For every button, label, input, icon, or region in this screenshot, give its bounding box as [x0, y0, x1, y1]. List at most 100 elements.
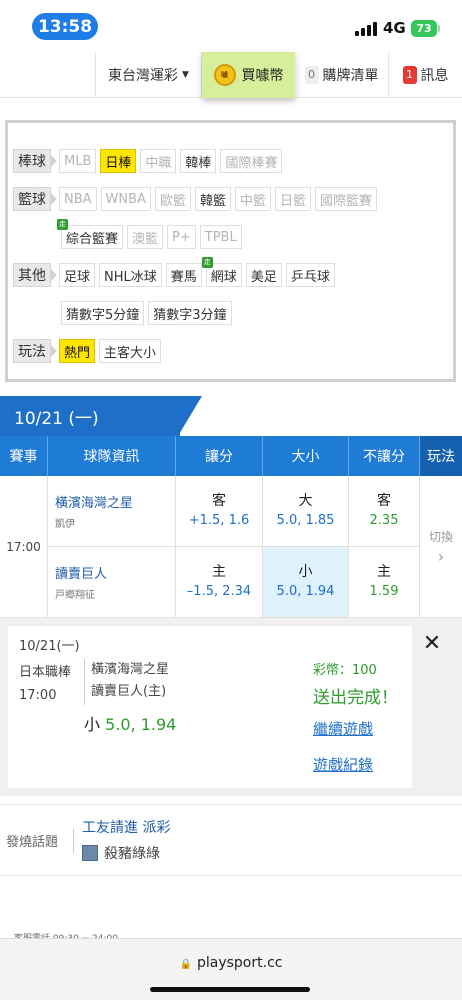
chip-guess-3min[interactable]: 猜數字3分鐘	[148, 301, 232, 325]
confirm-pick-odds: 5.0, 1.94	[105, 715, 177, 734]
confirm-coins: 彩幣：100	[313, 663, 377, 678]
buy-coins-button[interactable]: 噱 買噱幣	[202, 52, 295, 98]
play-row: 玩法 熱門 主客大小	[13, 339, 165, 363]
url-display: 🔒 playsport.cc	[0, 955, 462, 971]
chip-nbl[interactable]: 澳籃	[127, 225, 164, 249]
away-team-name[interactable]: 橫濱海灣之星	[55, 492, 175, 511]
network-type: 4G	[383, 19, 406, 37]
away-pitcher: 凱伊	[55, 519, 75, 530]
chip-guess-5min[interactable]: 猜數字5分鐘	[61, 301, 145, 325]
hot-topics: 發燒話題 工友請進 派彩 殺豬綠綠	[0, 804, 462, 876]
odd-value: 5.0, 1.94	[276, 584, 335, 599]
home-moneyline-odds[interactable]: 主 1.59	[349, 547, 420, 618]
chip-wnba[interactable]: WNBA	[100, 187, 151, 211]
chip-horse-racing[interactable]: 賽馬	[165, 263, 202, 287]
avatar	[82, 845, 98, 861]
chip-home-away-total[interactable]: 主客大小	[99, 339, 162, 363]
chip-tpbl[interactable]: TPBL	[199, 225, 242, 249]
chip-nba[interactable]: NBA	[59, 187, 97, 211]
basketball-label: 籃球	[13, 187, 57, 211]
header-event: 賽事	[0, 436, 48, 476]
basketball-row-2: 走 綜合籃賽 澳籃 P+ TPBL	[57, 219, 246, 249]
chip-table-tennis[interactable]: 乒乓球	[285, 263, 335, 287]
odd-side: 主	[212, 564, 226, 580]
baseball-row: 棒球 MLB 日棒 中職 韓棒 國際棒賽	[13, 149, 286, 173]
battery-icon: 73	[411, 20, 437, 37]
topic-author[interactable]: 殺豬綠綠	[82, 843, 160, 863]
header-handicap: 讓分	[176, 436, 263, 476]
home-team-cell: 讀賣巨人 戸郷翔征	[48, 547, 176, 618]
game-records-link[interactable]: 遊戲紀錄	[313, 754, 373, 775]
chip-euro-basketball[interactable]: 歐籃	[154, 187, 191, 211]
chip-mixed-basketball[interactable]: 走 綜合籃賽	[57, 219, 124, 249]
chip-nhl[interactable]: NHL冰球	[99, 263, 162, 287]
chip-hot[interactable]: 熱門	[59, 339, 96, 363]
away-handicap-odds[interactable]: 客 +1.5, 1.6	[176, 476, 263, 547]
cart-count-badge: 0	[304, 66, 319, 84]
confirm-date: 10/21(一)	[19, 639, 80, 654]
confirm-teams: 橫濱海灣之星 讀賣巨人(主)	[84, 659, 169, 705]
home-indicator[interactable]	[150, 987, 310, 992]
odd-side: 客	[212, 493, 226, 509]
chip-soccer[interactable]: 足球	[59, 263, 96, 287]
messages-label: 訊息	[420, 68, 449, 84]
chip-kbo[interactable]: 韓棒	[180, 149, 217, 173]
url-text: playsport.cc	[196, 955, 283, 971]
live-badge: 走	[201, 257, 213, 268]
chip-cpbl[interactable]: 中職	[140, 149, 177, 173]
divider	[73, 829, 74, 853]
category-panel: 棒球 MLB 日棒 中職 韓棒 國際棒賽 籃球 NBA WNBA 歐籃 韓籃 中…	[5, 120, 456, 382]
chip-intl-baseball[interactable]: 國際棒賽	[220, 149, 283, 173]
confirm-time: 17:00	[19, 688, 57, 703]
chip-npb[interactable]: 日棒	[100, 149, 137, 173]
confirm-team-home: 讀賣巨人(主)	[91, 684, 167, 699]
home-handicap-odds[interactable]: 主 –1.5, 2.34	[176, 547, 263, 618]
date-header: 10/21 (一)	[0, 396, 180, 436]
odd-value: 1.59	[369, 584, 399, 599]
odd-side: 大	[298, 493, 313, 509]
chip-nfl[interactable]: 美足	[245, 263, 282, 287]
chip-japan-basketball[interactable]: 日籃	[274, 187, 311, 211]
cart-button[interactable]: 0 購牌清單	[295, 52, 389, 98]
baseball-label: 棒球	[13, 149, 57, 173]
odd-side: 客	[377, 493, 391, 509]
header-total: 大小	[263, 436, 349, 476]
live-badge: 走	[57, 219, 68, 230]
messages-button[interactable]: 1 訊息	[389, 52, 462, 98]
home-pitcher: 戸郷翔征	[55, 590, 95, 601]
coin-icon: 噱	[213, 64, 236, 86]
other-row: 其他 足球 NHL冰球 賽馬 走 網球 美足 乒乓球	[13, 257, 339, 287]
under-odds[interactable]: 小 5.0, 1.94	[263, 547, 349, 618]
caret-down-icon: ▼	[182, 70, 189, 80]
away-moneyline-odds[interactable]: 客 2.35	[349, 476, 420, 547]
chevron-right-icon: ›	[437, 546, 445, 566]
odd-value: +1.5, 1.6	[188, 513, 250, 528]
chip-intl-basketball[interactable]: 國際籃賽	[315, 187, 378, 211]
status-bar: 13:58 4G 73	[0, 0, 462, 48]
browser-url-bar[interactable]: 🔒 playsport.cc	[0, 938, 462, 1000]
home-team-name[interactable]: 讀賣巨人	[55, 563, 175, 582]
lock-icon: 🔒	[179, 959, 192, 970]
hot-topics-label: 發燒話題	[6, 835, 59, 850]
chip-cba[interactable]: 中籃	[234, 187, 271, 211]
chip-mlb[interactable]: MLB	[59, 149, 97, 173]
odd-value: 2.35	[369, 513, 399, 528]
topic-title-link[interactable]: 工友請進 派彩	[82, 817, 170, 837]
continue-game-link[interactable]: 繼續遊戲	[313, 718, 373, 739]
topic-author-name: 殺豬綠綠	[104, 846, 160, 862]
chip-tennis[interactable]: 走 網球	[201, 257, 242, 287]
switch-play-button[interactable]: 切換 ›	[420, 476, 462, 618]
over-odds[interactable]: 大 5.0, 1.85	[263, 476, 349, 547]
close-icon[interactable]: ✕	[414, 628, 450, 658]
battery-cap	[438, 25, 440, 32]
chip-korea-basketball[interactable]: 韓籃	[194, 187, 231, 211]
top-nav: 東台灣運彩 ▼ 噱 買噱幣 0 購牌清單 1 訊息	[0, 52, 462, 98]
status-time: 13:58	[32, 13, 98, 40]
region-dropdown[interactable]: 東台灣運彩 ▼	[95, 52, 202, 98]
chip-p-plus[interactable]: P+	[167, 225, 196, 249]
date-header-tail	[178, 396, 202, 436]
away-team-cell: 橫濱海灣之星 凱伊	[48, 476, 176, 547]
chip-tennis-label: 網球	[210, 269, 237, 285]
signal-icon	[355, 22, 381, 36]
odd-side: 主	[377, 564, 391, 580]
